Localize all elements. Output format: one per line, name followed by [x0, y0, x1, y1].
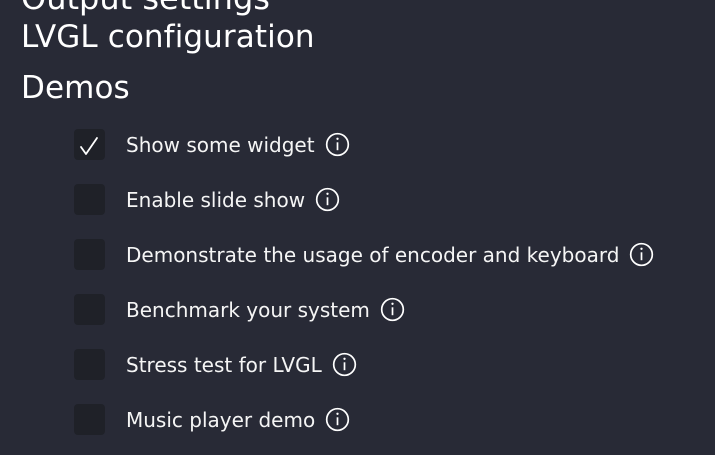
encoder-keyboard-checkbox[interactable]: [74, 239, 105, 270]
stress-test-label: Stress test for LVGL: [126, 352, 322, 377]
demo-option-music-player[interactable]: Music player demo: [74, 392, 654, 447]
benchmark-checkbox[interactable]: [74, 294, 105, 325]
demo-option-slideshow[interactable]: Enable slide show: [74, 172, 654, 227]
demos-heading: Demos: [21, 70, 130, 106]
encoder-keyboard-label: Demonstrate the usage of encoder and key…: [126, 242, 620, 267]
slide-show-label: Enable slide show: [126, 187, 306, 212]
slide-show-checkbox[interactable]: [74, 184, 105, 215]
demo-options-list: Show some widget Enable slide show Demon…: [74, 117, 654, 447]
lvgl-configuration-heading: LVGL configuration: [21, 19, 315, 55]
show-widget-checkbox[interactable]: [74, 129, 105, 160]
music-player-label: Music player demo: [126, 407, 316, 432]
info-icon[interactable]: [332, 352, 357, 377]
info-icon[interactable]: [315, 187, 340, 212]
info-icon[interactable]: [325, 132, 350, 157]
stress-test-checkbox[interactable]: [74, 349, 105, 380]
demo-option-stress-test[interactable]: Stress test for LVGL: [74, 337, 654, 392]
benchmark-label: Benchmark your system: [126, 297, 370, 322]
show-widget-label: Show some widget: [126, 132, 315, 157]
demo-option-encoder-keyboard[interactable]: Demonstrate the usage of encoder and key…: [74, 227, 654, 282]
previous-section-heading: Output settings: [21, 0, 270, 18]
info-icon[interactable]: [380, 297, 405, 322]
info-icon[interactable]: [629, 242, 654, 267]
checkmark-icon: [80, 137, 98, 155]
info-icon[interactable]: [325, 407, 350, 432]
music-player-checkbox[interactable]: [74, 404, 105, 435]
demo-option-widgets[interactable]: Show some widget: [74, 117, 654, 172]
demo-option-benchmark[interactable]: Benchmark your system: [74, 282, 654, 337]
